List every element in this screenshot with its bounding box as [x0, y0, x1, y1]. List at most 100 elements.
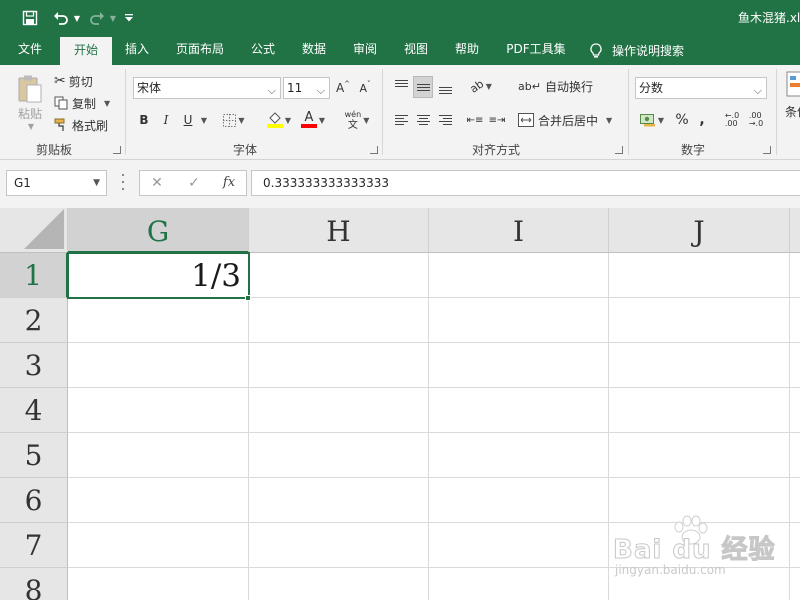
gridline	[68, 477, 800, 478]
merge-center-button[interactable]: 合并后居中 ▼	[518, 109, 612, 131]
cut-button[interactable]: ✂ 剪切	[54, 71, 93, 91]
decrease-indent-button[interactable]: ⇤≡	[466, 110, 484, 130]
customize-toolbar-icon[interactable]	[122, 0, 136, 36]
shrink-font-button[interactable]: A ˅	[356, 78, 374, 98]
paste-button[interactable]: 粘贴 ▼	[12, 71, 48, 133]
underline-dropdown-icon[interactable]: ▼	[198, 110, 208, 130]
underline-button[interactable]: U	[180, 110, 196, 130]
chevron-down-icon: ⌵	[316, 84, 325, 97]
align-center-button[interactable]	[414, 110, 432, 130]
number-launcher-icon[interactable]	[763, 146, 771, 154]
row-header-3[interactable]: 3	[0, 343, 68, 388]
phonetic-guide-button[interactable]: wén 文 ▼	[342, 108, 372, 132]
row-header-2[interactable]: 2	[0, 298, 68, 343]
row-header-1[interactable]: 1	[0, 253, 68, 298]
number-group-label: 数字	[681, 143, 706, 157]
active-cell-border	[67, 252, 250, 299]
clipboard-icon	[18, 75, 42, 102]
copy-icon	[54, 96, 68, 110]
decrease-indent-icon: ⇤≡	[466, 114, 484, 126]
text-orientation-icon: ab	[467, 76, 487, 96]
confirm-entry-icon[interactable]: ✓	[182, 171, 206, 195]
formula-bar: G1 ▼ ✕ ✓ fx 0.333333333333333	[0, 160, 800, 208]
tab-help[interactable]: 帮助	[446, 36, 488, 65]
increase-indent-button[interactable]: ≡⇥	[488, 110, 506, 130]
font-size-combobox[interactable]: 11 ⌵	[283, 77, 330, 99]
alignment-launcher-icon[interactable]	[615, 146, 623, 154]
format-painter-button[interactable]: 格式刷	[54, 115, 108, 135]
clipboard-launcher-icon[interactable]	[113, 146, 121, 154]
copy-dropdown-icon: ▼	[104, 98, 111, 108]
name-box[interactable]: G1 ▼	[6, 170, 107, 196]
watermark-url: jingyan.baidu.com	[615, 563, 726, 577]
font-color-button[interactable]: A ▼	[298, 109, 328, 131]
fill-color-button[interactable]: ▼	[264, 109, 294, 131]
formula-input[interactable]: 0.333333333333333	[251, 170, 800, 196]
align-left-button[interactable]	[392, 110, 410, 130]
fill-handle[interactable]	[245, 295, 251, 301]
italic-button[interactable]: I	[158, 110, 174, 130]
comma-style-button[interactable]: ,	[695, 109, 709, 131]
save-icon[interactable]	[18, 0, 42, 36]
grow-font-button[interactable]: A ^	[334, 78, 352, 98]
decrease-decimal-button[interactable]: .00 →.0	[746, 109, 766, 131]
wrap-text-button[interactable]: ab↵ 自动换行	[518, 75, 593, 97]
select-all-button[interactable]	[0, 208, 68, 253]
column-header-g[interactable]: G	[68, 208, 249, 253]
merge-center-label: 合并后居中	[538, 113, 599, 128]
bold-button[interactable]: B	[136, 110, 152, 130]
redo-dropdown-icon[interactable]: ▼	[108, 0, 118, 36]
tab-formulas[interactable]: 公式	[242, 36, 284, 65]
row-header-8[interactable]: 8	[0, 568, 68, 600]
number-format-combobox[interactable]: 分数 ⌵	[635, 77, 767, 99]
align-right-button[interactable]	[436, 110, 454, 130]
cancel-entry-icon[interactable]: ✕	[145, 171, 169, 195]
decrease-decimal-icon: .00 →.0	[748, 111, 764, 128]
tab-home[interactable]: 开始	[60, 37, 112, 65]
merge-dropdown-icon: ▼	[606, 115, 613, 125]
column-header-i[interactable]: I	[429, 208, 609, 253]
column-header-j[interactable]: J	[609, 208, 790, 253]
tell-me-search[interactable]: 操作说明搜索	[590, 36, 684, 65]
column-header-partial[interactable]	[790, 208, 800, 253]
row-header-4[interactable]: 4	[0, 388, 68, 433]
increase-decimal-button[interactable]: ←.0.00	[722, 109, 742, 131]
name-box-value: G1	[14, 176, 31, 190]
group-separator	[125, 69, 126, 155]
tab-page-layout[interactable]: 页面布局	[170, 36, 230, 65]
font-name-value: 宋体	[137, 81, 162, 95]
tab-review[interactable]: 审阅	[344, 36, 386, 65]
orientation-button[interactable]: ab ▼	[466, 76, 496, 96]
conditional-formatting-button[interactable]: 条件	[782, 71, 800, 133]
borders-button[interactable]: ▼	[220, 110, 248, 130]
cut-label: 剪切	[68, 74, 93, 89]
align-right-icon	[438, 115, 452, 125]
row-header-5[interactable]: 5	[0, 433, 68, 478]
align-top-button[interactable]	[392, 76, 410, 96]
redo-icon[interactable]	[86, 0, 108, 36]
align-middle-button[interactable]	[413, 76, 433, 98]
row-header-7[interactable]: 7	[0, 523, 68, 568]
wrap-text-label: 自动换行	[544, 79, 593, 94]
font-launcher-icon[interactable]	[370, 146, 378, 154]
tab-view[interactable]: 视图	[394, 36, 438, 65]
tab-file[interactable]: 文件	[8, 36, 52, 65]
percent-style-button[interactable]: %	[673, 109, 691, 131]
font-name-combobox[interactable]: 宋体 ⌵	[133, 77, 281, 99]
row-header-6[interactable]: 6	[0, 478, 68, 523]
undo-dropdown-icon[interactable]: ▼	[72, 0, 82, 36]
column-header-h[interactable]: H	[249, 208, 429, 253]
increase-decimal-icon: ←.0.00	[724, 111, 740, 128]
tab-data[interactable]: 数据	[292, 36, 336, 65]
tab-insert[interactable]: 插入	[116, 36, 158, 65]
undo-icon[interactable]	[50, 0, 72, 36]
accounting-format-button[interactable]: ▼	[637, 109, 667, 131]
tab-pdf-tools[interactable]: PDF工具集	[500, 36, 572, 65]
copy-button[interactable]: 复制 ▼	[54, 93, 110, 113]
align-bottom-button[interactable]	[436, 76, 454, 96]
copy-label: 复制	[72, 96, 97, 111]
borders-icon	[223, 113, 237, 127]
formula-bar-resize-handle[interactable]	[121, 174, 124, 190]
format-painter-label: 格式刷	[72, 118, 109, 133]
insert-function-icon[interactable]: fx	[217, 171, 241, 195]
